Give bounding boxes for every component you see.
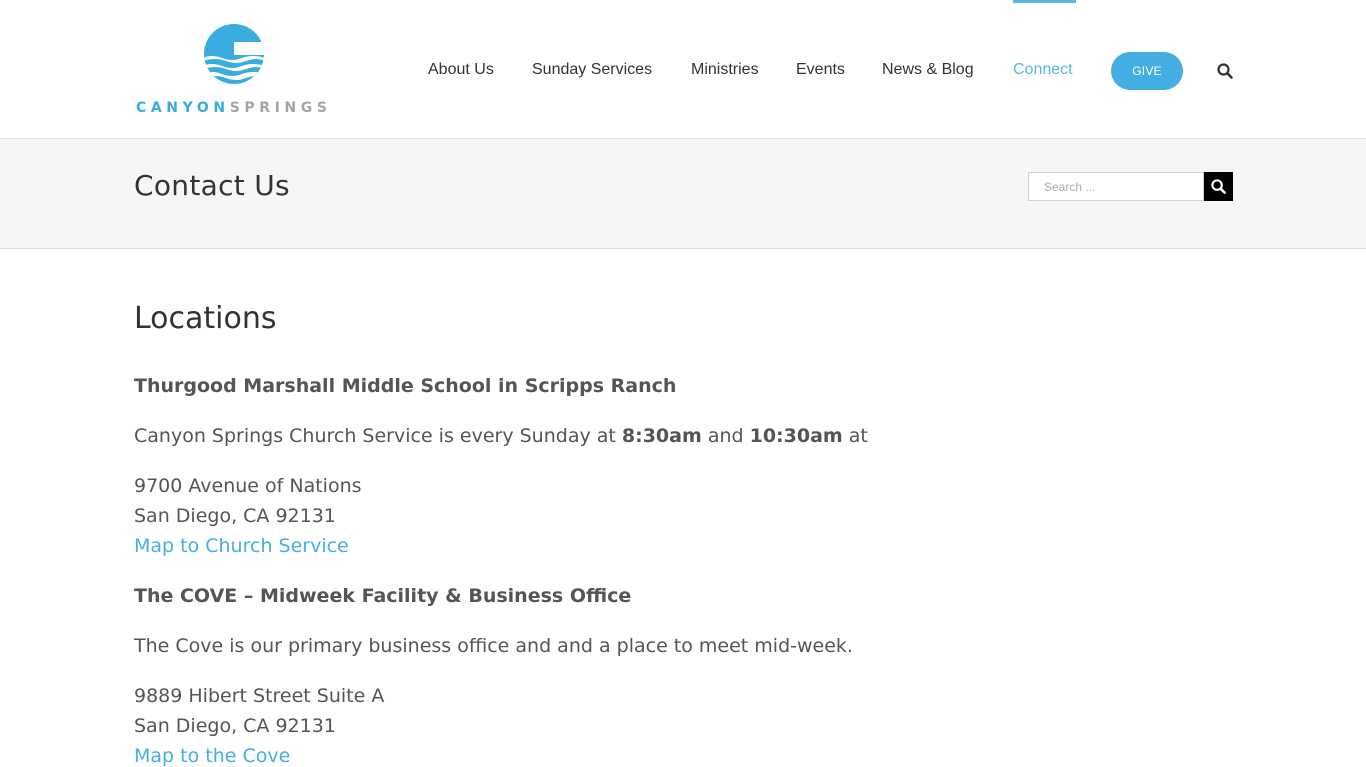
service-time-1: 8:30am [621, 425, 702, 447]
nav-item-connect[interactable]: Connect [1013, 60, 1073, 80]
nav-item-news-blog[interactable]: News & Blog [882, 60, 974, 80]
service-time-2: 10:30am [749, 425, 843, 447]
description-text: Canyon Springs Church Service is every S… [134, 425, 622, 447]
map-link-church-service[interactable]: Map to Church Service [134, 534, 349, 558]
sidebar-search [1028, 172, 1233, 201]
location-description: Canyon Springs Church Service is every S… [134, 424, 868, 448]
description-text: and [701, 425, 750, 447]
location-title: Thurgood Marshall Middle School in Scrip… [134, 375, 677, 397]
page-title-bar: Contact Us [0, 139, 1366, 249]
search-submit-button[interactable] [1204, 172, 1233, 201]
location-title: The COVE – Midweek Facility & Business O… [134, 585, 632, 607]
search-input[interactable] [1028, 172, 1204, 201]
address-line-1: 9889 Hibert Street Suite A [134, 685, 385, 707]
give-button[interactable]: GIVE [1111, 52, 1183, 90]
map-link-cove[interactable]: Map to the Cove [134, 744, 290, 767]
nav-item-sunday-services[interactable]: Sunday Services [532, 60, 652, 80]
nav-item-ministries[interactable]: Ministries [691, 60, 759, 80]
location-description: The Cove is our primary business office … [134, 635, 853, 657]
nav-item-events[interactable]: Events [796, 60, 845, 80]
page-title: Contact Us [134, 169, 290, 202]
main-nav: About Us Sunday Services Ministries Even… [0, 0, 1366, 139]
search-icon [1211, 179, 1226, 194]
nav-active-indicator [1013, 0, 1076, 3]
site-header: CANYONSPRINGS About Us Sunday Services M… [0, 0, 1366, 139]
search-icon[interactable] [1216, 62, 1234, 80]
description-text: at [842, 425, 868, 447]
address-line-2: San Diego, CA 92131 [134, 505, 336, 527]
nav-item-about-us[interactable]: About Us [428, 60, 494, 80]
address-line-1: 9700 Avenue of Nations [134, 475, 362, 497]
section-heading-locations: Locations [134, 301, 277, 336]
address-line-2: San Diego, CA 92131 [134, 715, 336, 737]
